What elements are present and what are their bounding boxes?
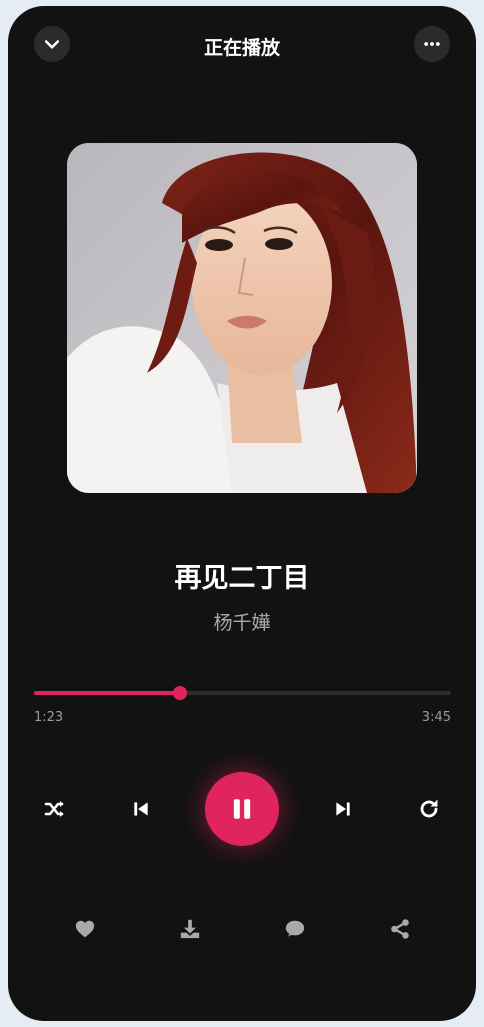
comment-button[interactable] [275,911,315,947]
progress-bar[interactable] [34,686,451,700]
shuffle-icon [44,801,64,817]
skip-next-icon [336,802,350,816]
progress-fill [34,691,180,695]
repeat-button[interactable] [409,789,449,829]
more-horizontal-icon [424,42,440,46]
album-cover-photo [67,143,417,493]
pause-icon [233,799,251,819]
skip-previous-icon [134,802,148,816]
next-button[interactable] [323,789,363,829]
repeat-icon [420,799,438,818]
share-icon [391,919,409,939]
like-button[interactable] [65,911,105,947]
artist-name[interactable]: 杨千嬅 [8,608,476,635]
total-time: 3:45 [421,710,451,725]
download-icon [180,919,200,939]
progress-thumb[interactable] [172,686,187,700]
shuffle-button[interactable] [35,789,75,829]
comment-icon [285,920,305,937]
page-title: 正在播放 [203,37,280,59]
share-button[interactable] [380,911,420,947]
now-playing-screen: 正在播放 再见二丁目 杨千嬅 1:23 3:45 [8,6,476,1021]
pause-button[interactable] [205,772,279,846]
album-cover [67,143,417,493]
more-options-button[interactable] [414,26,450,62]
download-button[interactable] [170,911,210,947]
current-time: 1:23 [34,710,64,725]
heart-icon [75,920,95,938]
song-title: 再见二丁目 [174,563,310,594]
previous-button[interactable] [121,789,161,829]
